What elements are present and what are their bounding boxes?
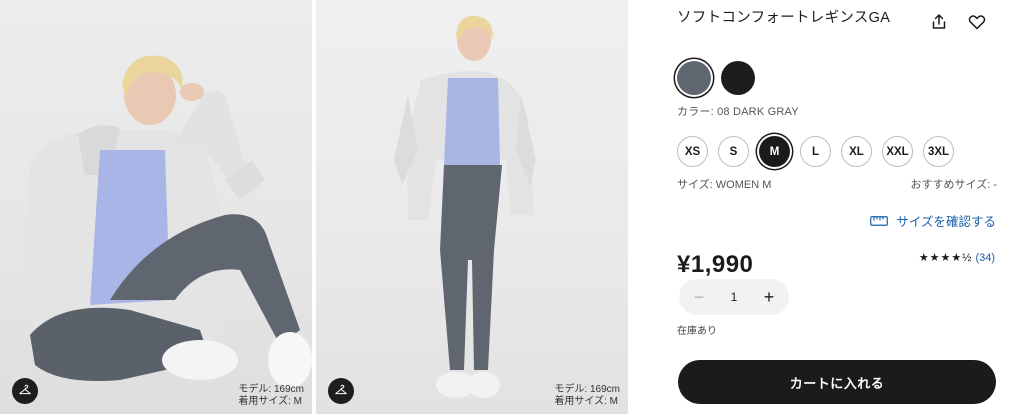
ruler-icon [870, 215, 889, 226]
size-option-xxl[interactable]: XXL [882, 136, 913, 167]
model-height: モデル: 169cm [554, 384, 620, 395]
product-rating: ★★★★½ (34) [918, 251, 995, 265]
color-swatch-dark-gray[interactable] [677, 61, 711, 95]
color-label: カラー: 08 DARK GRAY [677, 106, 799, 118]
share-button[interactable] [929, 12, 949, 32]
size-option-m[interactable]: M [759, 136, 790, 167]
recommended-size-label: おすすめサイズ: - [910, 179, 997, 191]
product-title: ソフトコンフォートレギンスGA [677, 10, 891, 26]
hanger-icon [19, 384, 31, 395]
model-info: モデル: 169cm 着用サイズ: M [238, 384, 304, 408]
hanger-button[interactable] [328, 378, 354, 404]
quantity-decrease-button[interactable]: − [691, 288, 707, 306]
size-option-xs[interactable]: XS [677, 136, 708, 167]
rating-stars: ★★★★½ [918, 252, 973, 264]
model-seated-image [24, 55, 312, 388]
heart-icon [968, 15, 986, 30]
model-size: 着用サイズ: M [238, 396, 303, 407]
size-option-xl[interactable]: XL [841, 136, 872, 167]
review-count-link[interactable]: (34) [975, 252, 995, 264]
favorite-button[interactable] [967, 12, 987, 32]
quantity-value: 1 [730, 290, 738, 304]
quantity-stepper: − 1 + [679, 279, 789, 315]
model-size: 着用サイズ: M [554, 396, 619, 407]
product-page: モデル: 169cm 着用サイズ: M モデル: 169cm 着用サイズ: M … [0, 0, 1024, 414]
stock-status: 在庫あり [677, 326, 717, 337]
size-option-s[interactable]: S [718, 136, 749, 167]
product-price: ¥1,990 [677, 251, 754, 278]
share-icon [932, 14, 946, 29]
size-option-3xl[interactable]: 3XL [923, 136, 954, 167]
quantity-increase-button[interactable]: + [761, 288, 777, 306]
model-info: モデル: 169cm 着用サイズ: M [554, 384, 620, 408]
model-standing-image [394, 15, 536, 398]
product-photo-1[interactable]: モデル: 169cm 着用サイズ: M [0, 0, 312, 414]
size-info-row: サイズ: WOMEN M おすすめサイズ: - [677, 176, 997, 192]
color-swatches [677, 61, 755, 95]
size-guide-link[interactable]: サイズを確認する [870, 211, 996, 230]
selected-size-label: サイズ: WOMEN M [677, 179, 772, 191]
hanger-icon [335, 384, 347, 395]
hanger-button[interactable] [12, 378, 38, 404]
size-option-l[interactable]: L [800, 136, 831, 167]
add-to-cart-button[interactable]: カートに入れる [678, 360, 996, 404]
color-swatch-black[interactable] [721, 61, 755, 95]
size-selector: XS S M L XL XXL 3XL [677, 136, 954, 167]
product-photo-2[interactable]: モデル: 169cm 着用サイズ: M [316, 0, 628, 414]
size-guide-label: サイズを確認する [896, 215, 996, 229]
model-height: モデル: 169cm [238, 384, 304, 395]
product-info-panel: ソフトコンフォートレギンスGA カラー: 08 DARK GRAY XS S M… [677, 0, 1007, 414]
